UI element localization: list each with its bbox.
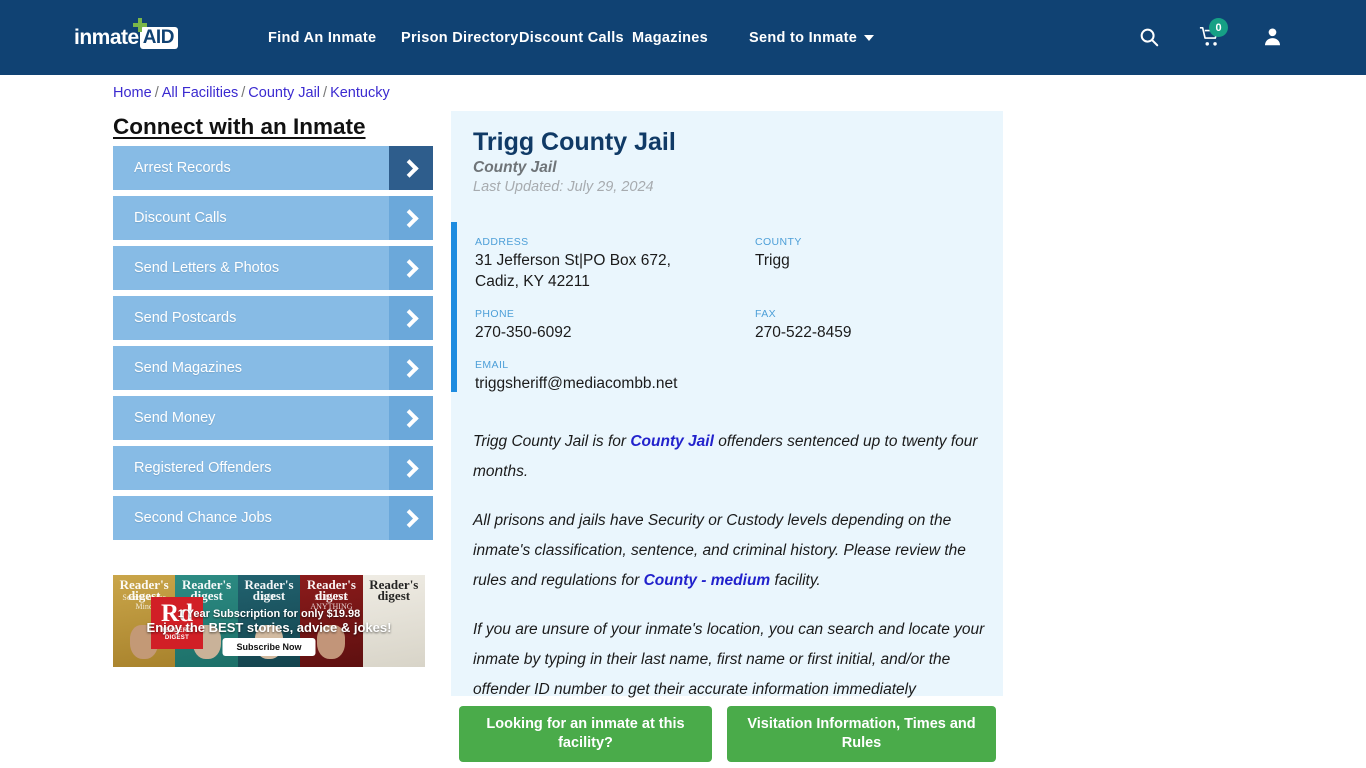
- sidebar-item-send-postcards[interactable]: Send Postcards: [113, 296, 433, 340]
- info-field-phone: PHONE 270-350-6092: [475, 308, 755, 356]
- breadcrumb-item-all-facilities[interactable]: All Facilities: [162, 85, 239, 101]
- info-field-address: ADDRESS 31 Jefferson St|PO Box 672, Cadi…: [475, 236, 755, 305]
- breadcrumb-separator: /: [154, 85, 159, 101]
- last-updated: Last Updated: July 29, 2024: [473, 179, 654, 195]
- info-value: 270-350-6092: [475, 324, 572, 341]
- sidebar-item-registered-offenders[interactable]: Registered Offenders: [113, 446, 433, 490]
- breadcrumb-item-home[interactable]: Home: [113, 85, 152, 101]
- visitation-info-button[interactable]: Visitation Information, Times and Rules: [727, 706, 996, 762]
- breadcrumb-item-county-jail[interactable]: County Jail: [248, 85, 320, 101]
- info-field-fax: FAX 270-522-8459: [755, 308, 985, 356]
- logo-word: inmate: [74, 26, 139, 49]
- breadcrumb-separator: /: [323, 85, 328, 101]
- info-row: EMAIL triggsheriff@mediacombb.net: [475, 359, 985, 407]
- breadcrumb-item-kentucky[interactable]: Kentucky: [330, 85, 390, 101]
- sidebar-item-send-money[interactable]: Send Money: [113, 396, 433, 440]
- sidebar-item-send-magazines[interactable]: Send Magazines: [113, 346, 433, 390]
- info-label: PHONE: [475, 308, 515, 320]
- nav-item-find-an-inmate[interactable]: Find An Inmate: [268, 30, 376, 46]
- sidebar-item-label: Registered Offenders: [134, 460, 272, 476]
- site-logo[interactable]: inmate AID: [74, 18, 178, 52]
- info-label: ADDRESS: [475, 236, 529, 248]
- sidebar-item-label: Send Letters & Photos: [134, 260, 280, 276]
- info-label: COUNTY: [755, 236, 802, 248]
- user-icon[interactable]: [1262, 26, 1283, 52]
- link-county-jail[interactable]: County Jail: [630, 433, 714, 450]
- info-value: triggsheriff@mediacombb.net: [475, 375, 678, 392]
- sidebar-title: Connect with an Inmate: [113, 114, 366, 139]
- nav-item-magazines[interactable]: Magazines: [632, 30, 708, 46]
- facility-contact-info: ADDRESS 31 Jefferson St|PO Box 672, Cadi…: [475, 236, 985, 407]
- search-icon[interactable]: [1138, 26, 1160, 53]
- sidebar-item-label: Discount Calls: [134, 210, 227, 226]
- find-inmate-button[interactable]: Looking for an inmate at this facility?: [459, 706, 712, 762]
- desc-text: facility.: [770, 572, 821, 589]
- chevron-right-icon: [389, 446, 433, 490]
- facility-description: Trigg County Jail is for County Jail off…: [473, 427, 993, 754]
- sidebar-item-discount-calls[interactable]: Discount Calls: [113, 196, 433, 240]
- sidebar-item-label: Send Postcards: [134, 310, 237, 326]
- chevron-right-icon: [389, 396, 433, 440]
- ad-cover-sub: LEE: [261, 593, 277, 602]
- nav-item-send-to-inmate[interactable]: Send to Inmate: [749, 29, 875, 46]
- sidebar-item-second-chance-jobs[interactable]: Second Chance Jobs: [113, 496, 433, 540]
- nav-item-prison-directory[interactable]: Prison Directory: [401, 30, 519, 46]
- facility-type: County Jail: [473, 159, 557, 176]
- chevron-right-icon: [389, 196, 433, 240]
- description-paragraph-1: Trigg County Jail is for County Jail off…: [473, 427, 993, 487]
- chevron-right-icon: [389, 246, 433, 290]
- breadcrumb: Home / All Facilities / County Jail / Kentucky: [113, 85, 390, 101]
- info-label: FAX: [755, 308, 777, 320]
- cart-count-badge: 0: [1209, 18, 1228, 37]
- chevron-right-icon: [389, 296, 433, 340]
- sidebar-menu: Arrest Records Discount Calls Send Lette…: [113, 146, 433, 546]
- info-row: PHONE 270-350-6092 FAX 270-522-8459: [475, 308, 985, 356]
- main-navigation: Find An Inmate Prison Directory Discount…: [268, 0, 875, 75]
- nav-item-discount-calls[interactable]: Discount Calls: [519, 30, 624, 46]
- sidebar-item-arrest-records[interactable]: Arrest Records: [113, 146, 433, 190]
- logo-badge: AID: [132, 18, 178, 49]
- info-value: 31 Jefferson St|PO Box 672, Cadiz, KY 42…: [475, 252, 671, 290]
- nav-item-send-to-inmate-label: Send to Inmate: [749, 29, 858, 46]
- chevron-right-icon: [389, 146, 433, 190]
- info-value: Trigg: [755, 252, 790, 269]
- sidebar-item-send-letters-photos[interactable]: Send Letters & Photos: [113, 246, 433, 290]
- subscribe-now-button[interactable]: Subscribe Now: [222, 638, 316, 656]
- info-field-email: EMAIL triggsheriff@mediacombb.net: [475, 359, 755, 407]
- breadcrumb-separator: /: [241, 85, 246, 101]
- green-plus-icon: [132, 18, 147, 32]
- cart-icon[interactable]: 0: [1198, 18, 1228, 53]
- sidebar-item-label: Send Money: [134, 410, 216, 426]
- sidebar-item-label: Arrest Records: [134, 160, 231, 176]
- chevron-right-icon: [389, 496, 433, 540]
- sidebar-item-label: Second Chance Jobs: [134, 510, 272, 526]
- link-county-medium[interactable]: County - medium: [644, 572, 771, 589]
- description-paragraph-2: All prisons and jails have Security or C…: [473, 506, 993, 596]
- facility-panel: Trigg County Jail County Jail Last Updat…: [451, 111, 1003, 728]
- info-field-county: COUNTY Trigg: [755, 236, 985, 305]
- page-title: Trigg County Jail: [473, 128, 676, 156]
- ad-subheadline: Enjoy the BEST stories, advice & jokes!: [146, 620, 392, 635]
- ad-brand-sub2: DIGEST: [164, 635, 190, 641]
- logo-badge-text: AID: [142, 27, 175, 48]
- advertisement-banner[interactable]: Reader's digest Secrets of the Mind Read…: [113, 575, 425, 667]
- info-row: ADDRESS 31 Jefferson St|PO Box 672, Cadi…: [475, 236, 985, 305]
- info-value: 270-522-8459: [755, 324, 852, 341]
- desc-text: Trigg County Jail is for: [473, 433, 631, 450]
- sidebar-item-label: Send Magazines: [134, 360, 243, 376]
- info-accent-bar: [451, 222, 457, 392]
- desc-text: If you are unsure of your inmate's locat…: [473, 621, 985, 698]
- chevron-down-icon: [864, 34, 875, 41]
- ad-headline: 1 Year Subscription for only $19.98: [177, 608, 361, 620]
- chevron-right-icon: [389, 346, 433, 390]
- info-label: EMAIL: [475, 359, 509, 371]
- site-header: inmate AID Find An Inmate Prison Directo…: [0, 0, 1366, 75]
- ad-cover-title: Reader's digest: [369, 577, 419, 603]
